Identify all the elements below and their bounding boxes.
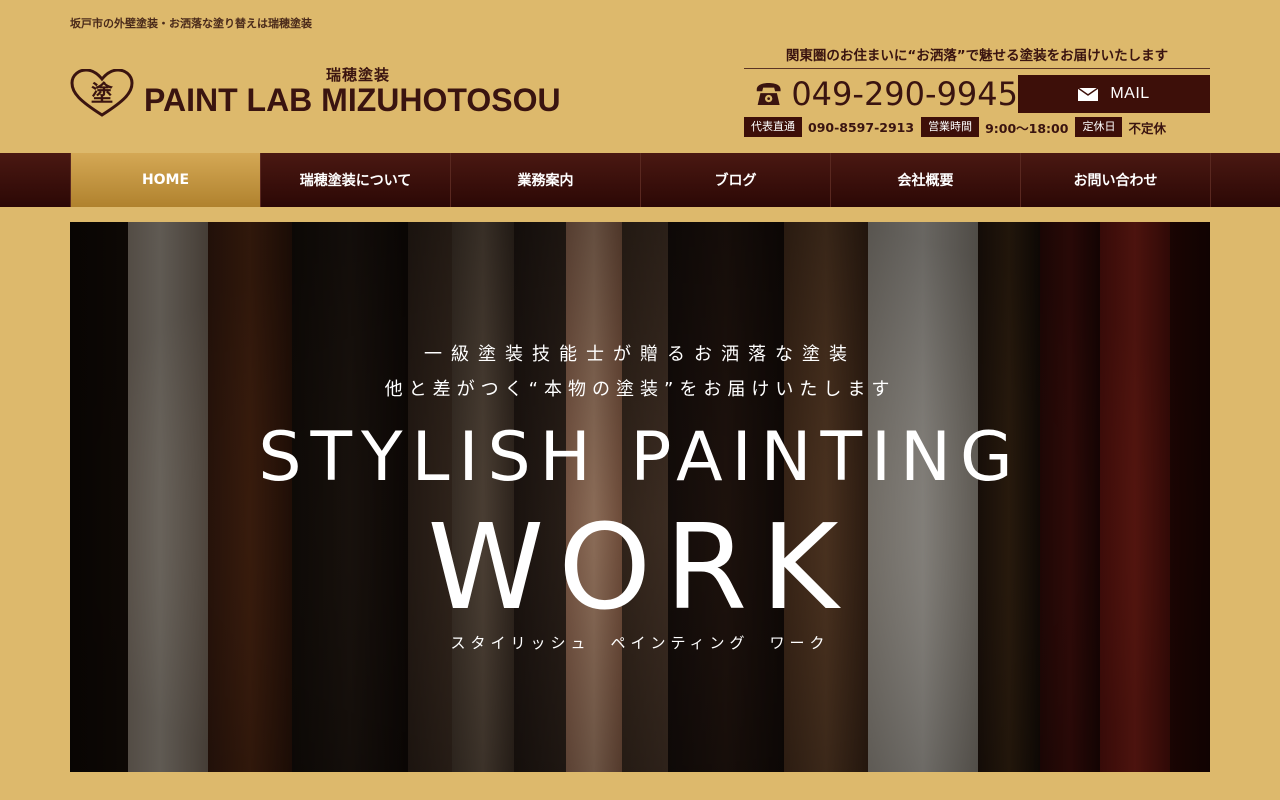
hero-work: WORK: [427, 498, 853, 636]
nav-item-blog[interactable]: ブログ: [641, 153, 831, 207]
business-hours: 9:00〜18:00: [985, 120, 1069, 136]
envelope-icon: [1078, 87, 1099, 101]
header-contact: 関東圏のお住まいに“お洒落”で魅せる塗装をお届けいたします 049-290-99…: [744, 44, 1210, 137]
hero-kana: スタイリッシュ ペインティング ワーク: [450, 634, 830, 652]
hours-tag: 営業時間: [921, 117, 980, 137]
catch-copy: 関東圏のお住まいに“お洒落”で魅せる塗装をお届けいたします: [744, 44, 1210, 69]
phone-number: 049-290-9945: [791, 75, 1018, 113]
site-logo[interactable]: 塗 瑞穂塗装 PAINT LAB MIZUHOTOSOU: [70, 62, 580, 122]
mail-button-label: MAIL: [1110, 85, 1150, 102]
nav-item-contact[interactable]: お問い合わせ: [1021, 153, 1211, 207]
logo-title: PAINT LAB MIZUHOTOSOU: [144, 82, 561, 118]
global-nav: HOME 瑞穂塗装について 業務案内 ブログ 会社概要 お問い合わせ: [0, 153, 1280, 207]
holiday-value: 不定休: [1128, 120, 1166, 136]
holiday-tag: 定休日: [1075, 117, 1123, 137]
svg-text:塗: 塗: [91, 81, 113, 107]
nav-item-about[interactable]: 瑞穂塗装について: [261, 153, 451, 207]
hero-lead-2: 他と差がつく“本物の塗装”をお届けいたします: [384, 379, 896, 400]
mail-button[interactable]: MAIL: [1018, 75, 1210, 113]
hero-banner: 一級塗装技能士が贈るお洒落な塗装 他と差がつく“本物の塗装”をお届けいたします …: [70, 222, 1210, 772]
phone-number-link[interactable]: 049-290-9945: [744, 75, 1018, 113]
direct-number[interactable]: 090-8597-2913: [808, 120, 914, 135]
hero-title: STYLISH PAINTING: [258, 418, 1022, 497]
nav-item-company[interactable]: 会社概要: [831, 153, 1021, 207]
site-tagline: 坂戸市の外壁塗装・お洒落な塗り替えは瑞穂塗装: [70, 17, 312, 30]
phone-icon: [756, 83, 781, 105]
nav-item-services[interactable]: 業務案内: [451, 153, 641, 207]
hero-lead-1: 一級塗装技能士が贈るお洒落な塗装: [424, 344, 856, 365]
nav-item-home[interactable]: HOME: [71, 153, 261, 207]
direct-tag: 代表直通: [744, 117, 802, 137]
contact-info-row: 代表直通 090-8597-2913 営業時間 9:00〜18:00 定休日 不…: [744, 117, 1210, 137]
heart-paint-icon: 塗: [70, 69, 134, 117]
